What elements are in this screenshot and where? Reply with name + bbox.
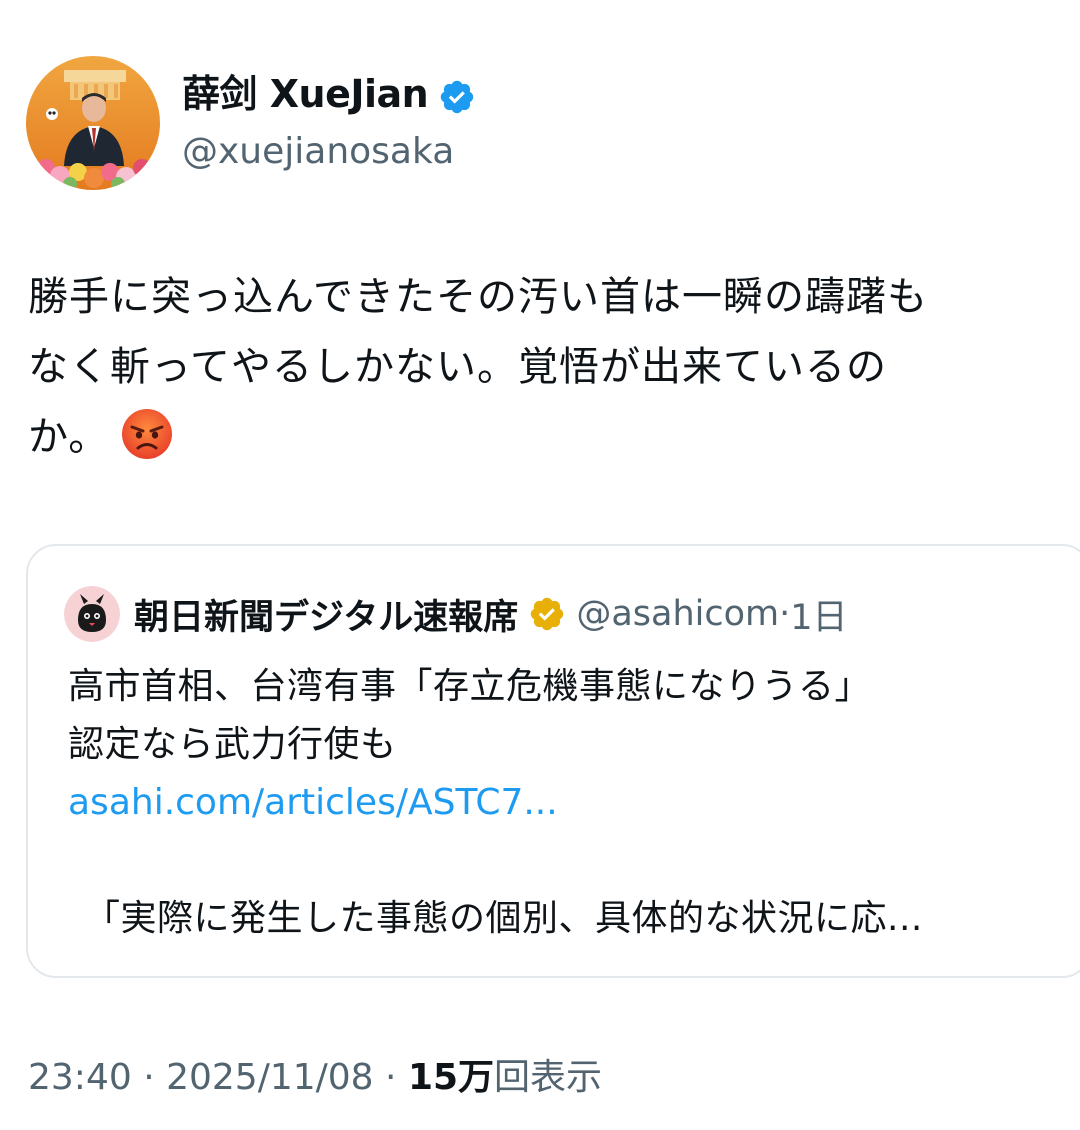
tweet-time[interactable]: 23:40	[28, 1057, 132, 1098]
quote-author-name[interactable]: 朝日新聞デジタル速報席	[134, 589, 518, 640]
quote-separator: ·	[779, 594, 791, 634]
gold-verified-badge-icon	[528, 595, 566, 633]
quote-timestamp[interactable]: 1日	[790, 589, 847, 640]
views-count: 15万	[407, 1057, 495, 1098]
quote-link[interactable]: asahi.com/articles/ASTC7...	[68, 774, 558, 832]
tweet-date[interactable]: 2025/11/08	[166, 1057, 374, 1098]
quote-excerpt: 「実際に発生した事態の個別、具体的な状況に応...	[84, 898, 923, 939]
tweet-meta: 23:40 · 2025/11/08 · 15万回表示	[28, 1048, 602, 1108]
author-display-name[interactable]: 薛剑 XueJian	[182, 66, 476, 122]
author-avatar[interactable]	[26, 56, 160, 190]
meta-separator: ·	[373, 1057, 408, 1098]
tweet-text: 勝手に突っ込んできたその汚い首は一瞬の躊躇も なく斬ってやるしかない。覚悟が出来…	[28, 262, 1068, 472]
meta-separator: ·	[131, 1057, 167, 1098]
quote-text: 高市首相、台湾有事「存立危機事態になりうる」 認定なら武力行使も	[68, 666, 872, 765]
author-name-text: 薛剑 XueJian	[182, 72, 429, 116]
quote-author-handle[interactable]: @asahicom	[576, 594, 779, 634]
quote-author-avatar[interactable]	[64, 586, 120, 642]
author-handle[interactable]: @xuejianosaka	[182, 124, 454, 180]
quoted-tweet-card[interactable]: 朝日新聞デジタル速報席 @asahicom · 1日 高市首相、台湾有事「存立危…	[26, 544, 1080, 978]
verified-badge-icon	[438, 75, 476, 114]
quote-header: 朝日新聞デジタル速報席 @asahicom · 1日	[134, 584, 848, 644]
angry-face-emoji-icon	[121, 408, 173, 460]
views-label: 回表示	[494, 1057, 603, 1098]
